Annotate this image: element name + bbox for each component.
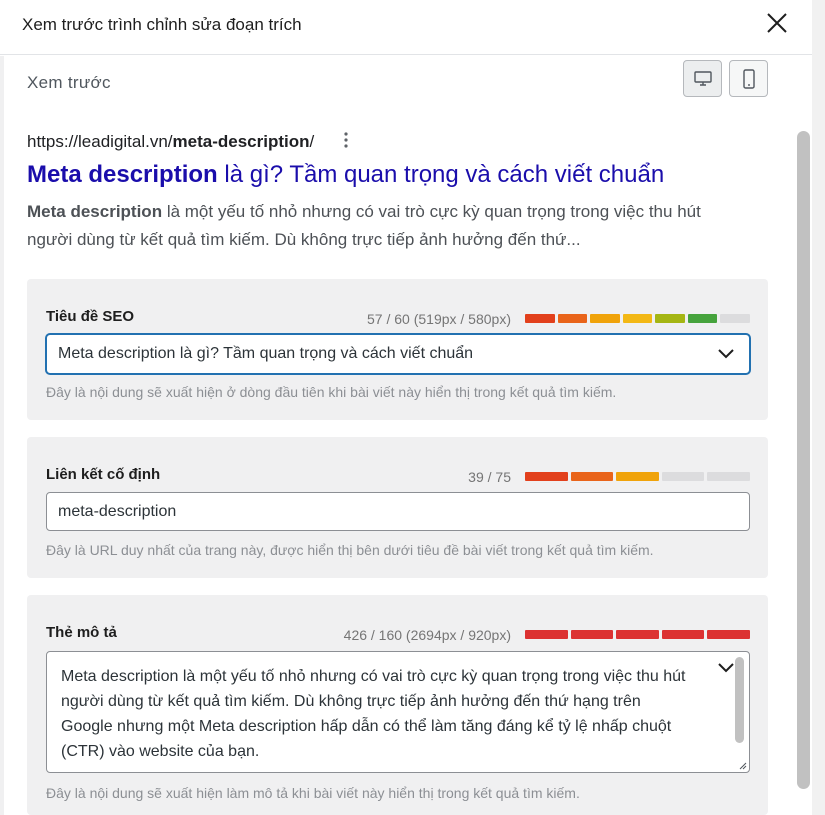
meta-description-hint: Đây là nội dung sẽ xuất hiện làm mô tả k…: [46, 785, 580, 801]
seo-title-hint: Đây là nội dung sẽ xuất hiện ở dòng đầu …: [46, 384, 617, 400]
scrollbar-thumb[interactable]: [797, 131, 810, 789]
meter-segment: [590, 314, 620, 323]
permalink-panel: Liên kết cố định 39 / 75 meta-descriptio…: [27, 437, 768, 578]
serp-url-domain: https://leadigital.vn/: [27, 132, 173, 151]
meter-segment: [616, 472, 659, 481]
backdrop-edge: [812, 0, 825, 815]
meter-segment: [707, 630, 750, 639]
seo-title-label: Tiêu đề SEO: [46, 308, 135, 325]
meter-segment: [661, 630, 705, 639]
serp-url: https://leadigital.vn/meta-description/: [27, 132, 314, 152]
meter-segment: [655, 314, 685, 323]
modal-header: Xem trước trình chỉnh sửa đoạn trích: [0, 0, 812, 55]
meta-description-count: 426 / 160 (2694px / 920px): [343, 627, 511, 643]
permalink-value: meta-description: [58, 502, 177, 520]
seo-title-meter: [525, 314, 751, 323]
seo-title-value: Meta description là gì? Tầm quan trọng v…: [58, 345, 474, 362]
desktop-preview-button[interactable]: [683, 60, 722, 97]
meter-segment: [557, 314, 588, 323]
meta-description-value: Meta description là một yếu tố nhỏ nhưng…: [61, 668, 686, 760]
chevron-down-icon[interactable]: [717, 348, 735, 360]
meta-description-textarea[interactable]: Meta description là một yếu tố nhỏ nhưng…: [46, 651, 750, 773]
meter-segment: [570, 472, 614, 481]
mobile-preview-button[interactable]: [729, 60, 768, 97]
preview-heading: Xem trước: [27, 73, 111, 92]
mobile-icon: [742, 68, 755, 89]
more-options-icon[interactable]: [340, 130, 352, 150]
seo-title-input[interactable]: Meta description là gì? Tầm quan trọng v…: [46, 334, 750, 374]
resize-grip-icon[interactable]: [737, 760, 747, 770]
meter-segment: [661, 472, 705, 481]
serp-description: Meta description là một yếu tố nhỏ nhưng…: [27, 198, 747, 254]
modal-title: Xem trước trình chỉnh sửa đoạn trích: [22, 15, 302, 34]
serp-title-keyword: Meta description: [27, 161, 218, 188]
meter-segment: [525, 630, 568, 639]
serp-title[interactable]: Meta description là gì? Tầm quan trọng v…: [27, 161, 664, 189]
meter-segment: [707, 472, 750, 481]
close-icon[interactable]: [764, 10, 790, 36]
meta-description-panel: Thẻ mô tả 426 / 160 (2694px / 920px) Met…: [27, 595, 768, 815]
permalink-hint: Đây là URL duy nhất của trang này, được …: [46, 542, 654, 558]
meta-description-label: Thẻ mô tả: [46, 624, 117, 641]
permalink-count: 39 / 75: [468, 469, 511, 485]
meter-segment: [570, 630, 614, 639]
permalink-meter: [525, 472, 750, 481]
serp-url-slug: meta-description: [172, 132, 310, 151]
permalink-input[interactable]: meta-description: [46, 492, 750, 531]
meter-segment: [622, 314, 653, 323]
seo-title-panel: Tiêu đề SEO 57 / 60 (519px / 580px) Meta…: [27, 279, 768, 420]
serp-desc-keyword: Meta description: [27, 202, 163, 221]
meter-segment: [525, 472, 568, 481]
serp-title-rest: là gì? Tầm quan trọng và cách viết chuẩn: [217, 161, 665, 188]
seo-title-count: 57 / 60 (519px / 580px): [367, 311, 511, 327]
permalink-label: Liên kết cố định: [46, 466, 161, 483]
meta-description-meter: [525, 630, 750, 639]
meter-segment: [720, 314, 751, 323]
meter-segment: [525, 314, 555, 323]
desktop-icon: [693, 70, 712, 86]
textarea-scrollbar-thumb[interactable]: [735, 657, 744, 743]
meter-segment: [687, 314, 718, 323]
serp-url-suffix: /: [309, 132, 315, 151]
chevron-down-icon[interactable]: [717, 662, 735, 674]
meter-segment: [616, 630, 659, 639]
